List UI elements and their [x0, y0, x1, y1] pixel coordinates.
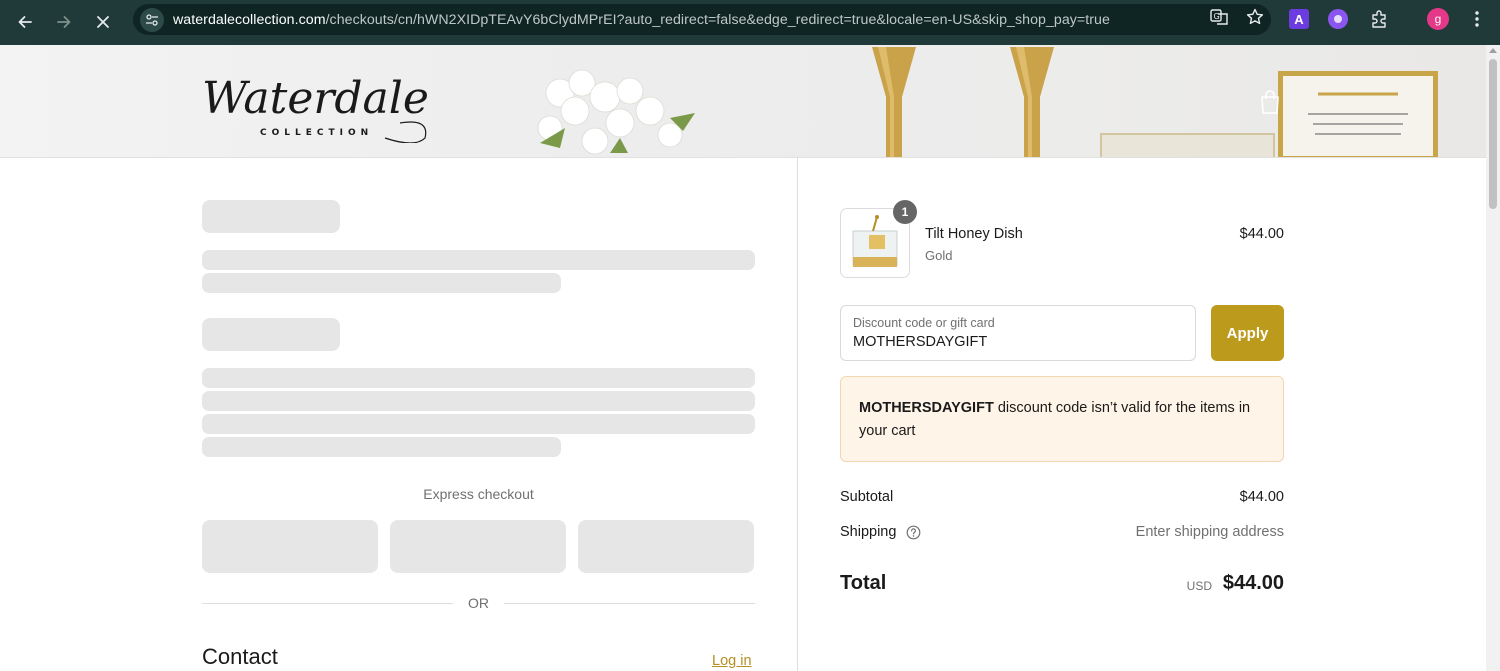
product-variant: Gold [925, 248, 953, 263]
skeleton-heading [202, 200, 340, 233]
extension-b-icon[interactable] [1328, 9, 1348, 29]
decor-vase-right-image [1010, 45, 1054, 157]
browser-menu-icon[interactable] [1465, 7, 1489, 31]
skeleton-line [202, 250, 755, 270]
logo-text: Waterdale [202, 73, 429, 124]
store-logo[interactable]: Waterdale COLLECTION [200, 73, 440, 144]
product-price: $44.00 [1239, 226, 1284, 242]
url-host: waterdalecollection.com [173, 11, 326, 28]
express-button-placeholder [390, 520, 566, 573]
extension-a-icon[interactable]: A [1289, 9, 1309, 29]
column-divider [797, 158, 798, 671]
alert-discount-code: MOTHERSDAYGIFT [859, 400, 994, 416]
discount-field[interactable]: Discount code or gift card [840, 305, 1196, 361]
or-line-right [504, 603, 755, 604]
decor-glass-box-image [1100, 133, 1275, 157]
checkout-page: Waterdale COLLECTION Express checkout OR… [0, 45, 1486, 671]
extension-a-label: A [1294, 11, 1304, 27]
address-bar[interactable]: waterdalecollection.com/checkouts/cn/hWN… [133, 4, 1271, 35]
total-value: $44.00 [1222, 572, 1284, 594]
subtotal-row: Subtotal $44.00 [840, 489, 1284, 509]
svg-text:G: G [1214, 12, 1220, 21]
express-checkout-label: Express checkout [423, 486, 534, 502]
scrollbar-thumb[interactable] [1489, 59, 1497, 209]
site-info-icon[interactable] [135, 4, 169, 35]
url-text: waterdalecollection.com/checkouts/cn/hWN… [173, 12, 1193, 28]
total-row: Total USD $44.00 [840, 571, 1284, 599]
decor-frame-image [1278, 71, 1438, 157]
help-circle-icon[interactable] [906, 525, 921, 540]
profile-avatar[interactable]: g [1427, 8, 1449, 30]
header-banner: Waterdale COLLECTION [0, 45, 1486, 158]
quantity-badge: 1 [893, 200, 917, 224]
express-button-placeholder [202, 520, 378, 573]
shipping-row: Shipping Enter shipping address [840, 524, 1284, 544]
decor-flowers-image [520, 63, 710, 157]
skeleton-line [202, 368, 755, 388]
subtotal-label: Subtotal [840, 489, 894, 505]
decor-vase-left-image [872, 45, 916, 157]
skeleton-line [202, 437, 561, 457]
apply-discount-button[interactable]: Apply [1211, 305, 1284, 361]
url-path: /checkouts/cn/hWN2XIDpTEAvY6bClydMPrEI?a… [325, 11, 1110, 28]
bookmark-star-icon[interactable] [1245, 7, 1265, 32]
total-currency: USD [1186, 579, 1212, 593]
browser-toolbar: waterdalecollection.com/checkouts/cn/hWN… [0, 0, 1500, 45]
stop-loading-icon[interactable] [83, 4, 123, 40]
profile-initial: g [1434, 12, 1442, 26]
login-link[interactable]: Log in [712, 653, 752, 669]
skeleton-line [202, 273, 561, 293]
shipping-label: Shipping [840, 524, 897, 540]
contact-heading: Contact [202, 644, 278, 669]
discount-error-alert: MOTHERSDAYGIFT discount code isn’t valid… [840, 376, 1284, 462]
logo-subtext: COLLECTION [260, 128, 373, 138]
discount-field-label: Discount code or gift card [853, 316, 995, 330]
cart-bag-icon[interactable] [1258, 89, 1282, 115]
subtotal-value: $44.00 [1239, 489, 1284, 505]
page-scrollbar[interactable] [1486, 45, 1500, 671]
product-name: Tilt Honey Dish [925, 226, 1023, 242]
skeleton-line [202, 414, 755, 434]
express-button-placeholder [578, 520, 754, 573]
forward-icon[interactable] [44, 4, 84, 40]
discount-input[interactable] [853, 334, 1173, 350]
total-label: Total [840, 572, 887, 594]
skeleton-line [202, 391, 755, 411]
extensions-puzzle-icon[interactable] [1368, 7, 1390, 31]
shipping-value: Enter shipping address [1135, 524, 1284, 540]
skeleton-heading [202, 318, 340, 351]
back-icon[interactable] [5, 4, 45, 40]
scroll-up-icon[interactable] [1489, 48, 1497, 53]
or-divider: OR [202, 595, 755, 613]
translate-icon[interactable]: G [1209, 7, 1229, 32]
